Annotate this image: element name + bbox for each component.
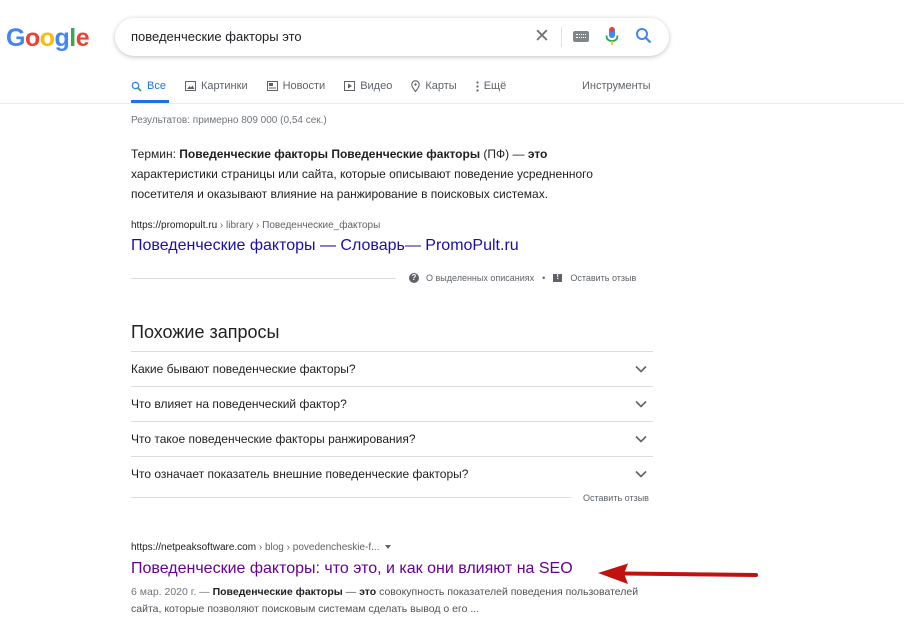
snippet-part: характеристики страницы или сайта, котор… (131, 167, 593, 201)
google-logo[interactable]: Google (6, 24, 90, 53)
related-question[interactable]: Какие бывают поведенческие факторы? (131, 351, 653, 386)
search-box[interactable]: поведенческие факторы это ✕ (115, 18, 669, 56)
logo-letter: o (39, 24, 55, 52)
snippet-part-bold: Поведенческие факторы Поведенческие факт… (179, 147, 481, 161)
tab-news[interactable]: Новости (266, 78, 326, 94)
featured-snippet-text: Термин: Поведенческие факторы Поведенчес… (131, 144, 631, 204)
related-searches-title: Похожие запросы (131, 322, 280, 342)
snippet-feedback-row: ? О выделенных описаниях • Оставить отзы… (409, 272, 636, 283)
result-title-link[interactable]: Поведенческие факторы: что это, и как он… (131, 560, 573, 578)
header-divider (0, 103, 904, 104)
about-featured-link[interactable]: О выделенных описаниях (426, 273, 534, 283)
related-question-text: Что означает показатель внешние поведенч… (131, 467, 469, 481)
search-icon[interactable] (635, 27, 653, 50)
feedback-icon (553, 272, 563, 282)
tab-images[interactable]: Картинки (184, 78, 248, 94)
chevron-down-icon (635, 352, 647, 387)
tab-label: Ещё (483, 80, 507, 92)
snippet-bold: Поведенческие факторы (212, 586, 343, 598)
chevron-down-icon (635, 422, 647, 457)
dropdown-arrow-icon[interactable] (385, 545, 392, 550)
search-tabs: Все Картинки Новости Видео Карты Ещё (131, 78, 525, 104)
logo-letter: g (54, 24, 70, 52)
keyboard-icon[interactable] (573, 31, 589, 42)
pin-icon (411, 80, 421, 92)
related-question-text: Что влияет на поведенческий фактор? (131, 397, 347, 411)
snippet-divider (131, 278, 396, 279)
featured-cite: https://promopult.ru › library › Поведен… (131, 220, 380, 231)
search-divider (561, 27, 562, 47)
tab-maps[interactable]: Карты (411, 78, 457, 94)
cite-path: › library › Поведенческие_факторы (217, 220, 381, 231)
chevron-down-icon (635, 387, 647, 422)
result-stats: Результатов: примерно 809 000 (0,54 сек.… (131, 115, 327, 126)
tab-video[interactable]: Видео (344, 78, 392, 94)
search-input[interactable]: поведенческие факторы это (131, 29, 302, 44)
featured-result-title[interactable]: Поведенческие факторы — Словарь— PromoPu… (131, 237, 519, 255)
result-date: 6 мар. 2020 г. — (131, 586, 213, 598)
snippet-part-bold: это (527, 147, 548, 161)
help-icon: ? (409, 273, 419, 283)
tab-label: Карты (425, 80, 457, 92)
cite-domain: https://netpeaksoftware.com (131, 542, 257, 553)
tab-more[interactable]: Ещё (476, 78, 507, 94)
play-icon (344, 81, 356, 91)
news-icon (266, 81, 278, 91)
separator-dot: • (542, 273, 546, 283)
snippet-part: Термин: (131, 147, 180, 161)
result-cite: https://netpeaksoftware.com › blog › pov… (131, 542, 392, 553)
search-icon (131, 81, 142, 92)
related-question-text: Какие бывают поведенческие факторы? (131, 362, 356, 376)
chevron-down-icon (635, 457, 647, 492)
feedback-link[interactable]: Оставить отзыв (570, 273, 636, 283)
tab-all[interactable]: Все (131, 78, 166, 94)
tools-button[interactable]: Инструменты (582, 80, 651, 92)
image-icon (184, 81, 196, 91)
clear-icon[interactable]: ✕ (534, 25, 550, 48)
tab-label: Все (147, 80, 166, 92)
related-searches-list: Какие бывают поведенческие факторы? Что … (131, 351, 653, 491)
related-question[interactable]: Что означает показатель внешние поведенч… (131, 456, 653, 491)
snippet-text: — (342, 586, 360, 598)
snippet-part: (ПФ) — (480, 147, 528, 161)
related-divider (131, 497, 571, 498)
cite-path: › blog › povedencheskie-f... (256, 542, 380, 553)
tab-label: Картинки (200, 80, 248, 92)
annotation-arrow-icon (596, 562, 758, 593)
snippet-bold: это (359, 586, 377, 598)
related-question-text: Что такое поведенческие факторы ранжиров… (131, 432, 416, 446)
tab-label: Новости (282, 80, 326, 92)
related-feedback-link[interactable]: Оставить отзыв (583, 493, 649, 503)
related-question[interactable]: Что влияет на поведенческий фактор? (131, 386, 653, 421)
related-question[interactable]: Что такое поведенческие факторы ранжиров… (131, 421, 653, 456)
microphone-icon[interactable] (605, 27, 619, 52)
logo-letter: o (24, 24, 40, 52)
logo-letter: e (75, 24, 90, 52)
logo-letter: G (6, 24, 25, 52)
tab-label: Видео (360, 80, 393, 92)
cite-domain: https://promopult.ru (131, 220, 218, 231)
result-snippet: 6 мар. 2020 г. — Поведенческие факторы —… (131, 584, 651, 618)
more-vert-icon (476, 80, 479, 92)
